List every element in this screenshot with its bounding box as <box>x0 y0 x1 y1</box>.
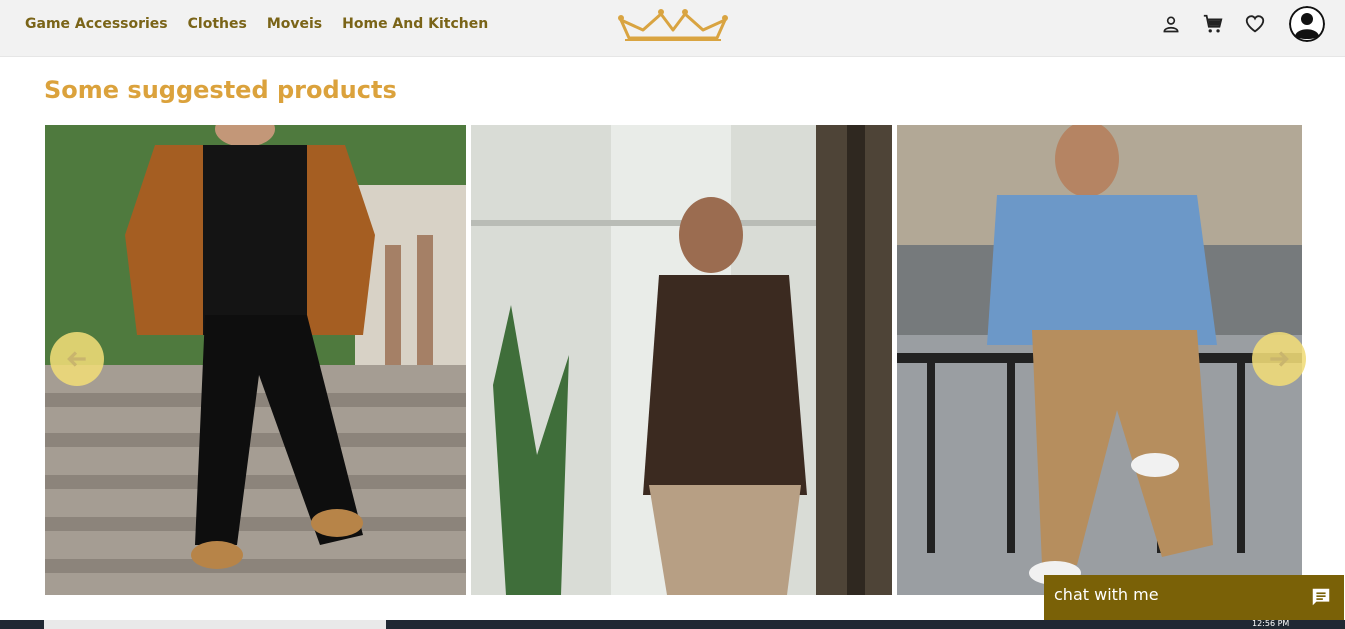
nav-link-clothes[interactable]: Clothes <box>188 16 247 32</box>
chat-label: chat with me <box>1054 585 1159 604</box>
arrow-left-icon <box>67 351 86 367</box>
carousel-next-button[interactable] <box>1252 332 1306 386</box>
taskbar-clock: 12:56 PM <box>1252 620 1290 628</box>
crown-logo-icon[interactable] <box>611 6 735 42</box>
product-card[interactable] <box>897 125 1302 595</box>
nav-icon-group <box>1141 4 1325 44</box>
product-image-brown-shirt <box>471 125 892 595</box>
top-navbar: Game Accessories Clothes Moveis Home And… <box>0 0 1345 57</box>
heart-icon[interactable] <box>1243 12 1267 36</box>
nav-link-home-and-kitchen[interactable]: Home And Kitchen <box>342 16 488 32</box>
avatar[interactable] <box>1289 6 1325 42</box>
product-carousel <box>45 125 1306 595</box>
taskbar-search-box[interactable] <box>44 620 386 629</box>
nav-link-moveis[interactable]: Moveis <box>267 16 322 32</box>
chat-message-icon <box>1312 588 1330 606</box>
arrow-right-icon <box>1270 351 1289 367</box>
section-title: Some suggested products <box>44 76 397 104</box>
product-card[interactable] <box>471 125 892 595</box>
nav-link-game-accessories[interactable]: Game Accessories <box>25 16 168 32</box>
product-image-brown-jacket <box>45 125 466 595</box>
category-nav: Game Accessories Clothes Moveis Home And… <box>25 16 488 32</box>
cart-icon[interactable] <box>1201 12 1225 36</box>
os-taskbar: 12:56 PM <box>0 620 1345 629</box>
person-icon[interactable] <box>1159 12 1183 36</box>
product-image-denim-shirt <box>897 125 1302 595</box>
carousel-prev-button[interactable] <box>50 332 104 386</box>
chat-widget[interactable]: chat with me <box>1044 575 1344 620</box>
product-card[interactable] <box>45 125 466 595</box>
